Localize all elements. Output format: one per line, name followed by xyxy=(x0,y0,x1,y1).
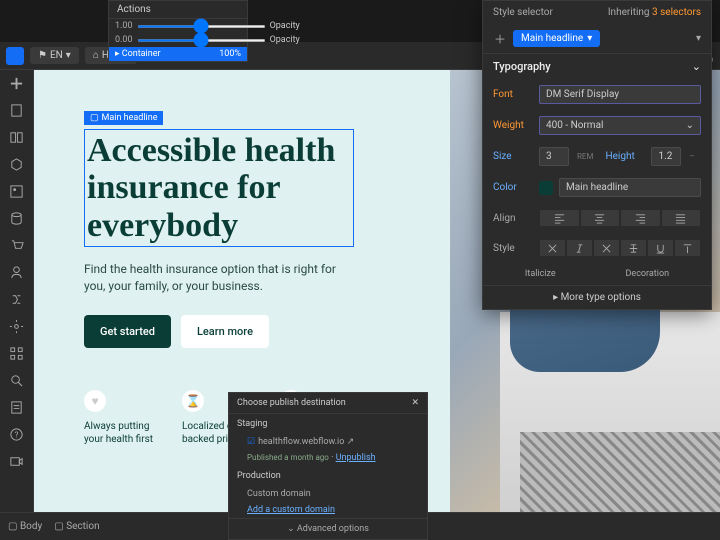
textstyle-group xyxy=(539,239,701,257)
subheading[interactable]: Find the health insurance option that is… xyxy=(84,261,354,295)
typography-section[interactable]: Typography⌄ xyxy=(483,53,711,79)
left-toolbar: ? xyxy=(0,70,34,512)
unpublish-link[interactable]: Unpublish xyxy=(336,453,376,463)
opacity-slider-2[interactable] xyxy=(137,39,266,42)
assets-icon[interactable] xyxy=(9,184,24,199)
add-domain-link[interactable]: Add a custom domain xyxy=(247,505,335,515)
search-icon[interactable] xyxy=(9,373,24,388)
cms-icon[interactable] xyxy=(9,211,24,226)
more-type-options[interactable]: ▸ More type options xyxy=(483,285,711,309)
chevron-down-icon: ⌄ xyxy=(692,60,701,73)
inheriting[interactable]: Inheriting 3 selectors xyxy=(608,7,701,18)
close-icon[interactable]: ✕ xyxy=(411,398,419,408)
ecommerce-icon[interactable] xyxy=(9,238,24,253)
size-input[interactable]: 3 xyxy=(539,147,569,166)
selector-dropdown-icon[interactable]: ▾ xyxy=(696,33,701,44)
selection-badge[interactable]: ▢ Main headline xyxy=(84,111,163,125)
hourglass-icon: ⌛ xyxy=(182,390,204,412)
deco-underline-button[interactable] xyxy=(647,239,674,257)
deco-none-button[interactable] xyxy=(593,239,620,257)
deco-strike-button[interactable] xyxy=(620,239,647,257)
decoration-label: Decoration xyxy=(626,269,670,279)
actions-panel: Actions 1.00 Opacity 0.00 Opacity ▸ Cont… xyxy=(108,0,248,62)
style-none-button[interactable] xyxy=(539,239,566,257)
staging-domain[interactable]: ☑healthflow.webflow.io ↗ xyxy=(229,434,427,450)
color-input[interactable]: Main headline xyxy=(559,178,701,197)
weight-input[interactable]: 400 - Normal⌄ xyxy=(539,116,701,135)
components-icon[interactable] xyxy=(9,157,24,172)
selector-icon xyxy=(493,32,507,46)
production-label: Production xyxy=(229,466,427,486)
opacity-slider-1[interactable] xyxy=(137,25,266,28)
opacity-row-1: 1.00 Opacity xyxy=(109,19,247,33)
pages-icon[interactable] xyxy=(9,103,24,118)
publish-panel: Choose publish destination ✕ Staging ☑hea… xyxy=(228,392,428,540)
svg-text:?: ? xyxy=(15,430,19,440)
breadcrumb-body[interactable]: ▢ Body xyxy=(8,521,42,532)
advanced-options[interactable]: ⌄ Advanced options xyxy=(229,518,427,539)
add-icon[interactable] xyxy=(9,76,24,91)
get-started-button[interactable]: Get started xyxy=(84,315,171,348)
style-panel: Style selector Inheriting 3 selectors Ma… xyxy=(482,0,712,310)
logic-icon[interactable] xyxy=(9,292,24,307)
publish-title: Choose publish destination xyxy=(237,398,346,408)
staging-label: Staging xyxy=(229,414,427,434)
lang-button[interactable]: ⚑EN▾ xyxy=(30,47,79,64)
opacity-row-2: 0.00 Opacity xyxy=(109,33,247,47)
italicize-label: Italicize xyxy=(525,269,556,279)
main-headline[interactable]: Accessible health insurance for everybod… xyxy=(84,129,354,247)
class-chip[interactable]: Main headline ▾ xyxy=(513,30,600,47)
feature-1: ♥Always putting your health first xyxy=(84,390,158,446)
audit-icon[interactable] xyxy=(9,400,24,415)
align-center-button[interactable] xyxy=(580,209,621,227)
height-input[interactable]: 1.2 xyxy=(651,147,681,166)
align-group xyxy=(539,209,701,227)
heart-icon: ♥ xyxy=(84,390,106,412)
container-item[interactable]: ▸ Container 100% xyxy=(109,47,247,61)
learn-more-button[interactable]: Learn more xyxy=(181,315,269,348)
deco-overline-button[interactable] xyxy=(674,239,701,257)
help-icon[interactable]: ? xyxy=(9,427,24,442)
breadcrumb-section[interactable]: ▢ Section xyxy=(54,521,99,532)
logo[interactable] xyxy=(6,47,24,65)
custom-domain: Custom domain xyxy=(229,486,427,502)
style-italic-button[interactable] xyxy=(566,239,593,257)
apps-icon[interactable] xyxy=(9,346,24,361)
users-icon[interactable] xyxy=(9,265,24,280)
align-right-button[interactable] xyxy=(620,209,661,227)
align-justify-button[interactable] xyxy=(661,209,702,227)
style-selector-label: Style selector xyxy=(493,7,553,18)
color-swatch[interactable] xyxy=(539,181,553,195)
settings-icon[interactable] xyxy=(9,319,24,334)
actions-title: Actions xyxy=(109,1,247,19)
align-left-button[interactable] xyxy=(539,209,580,227)
navigator-icon[interactable] xyxy=(9,130,24,145)
font-input[interactable]: DM Serif Display xyxy=(539,85,701,104)
video-icon[interactable] xyxy=(9,454,24,469)
